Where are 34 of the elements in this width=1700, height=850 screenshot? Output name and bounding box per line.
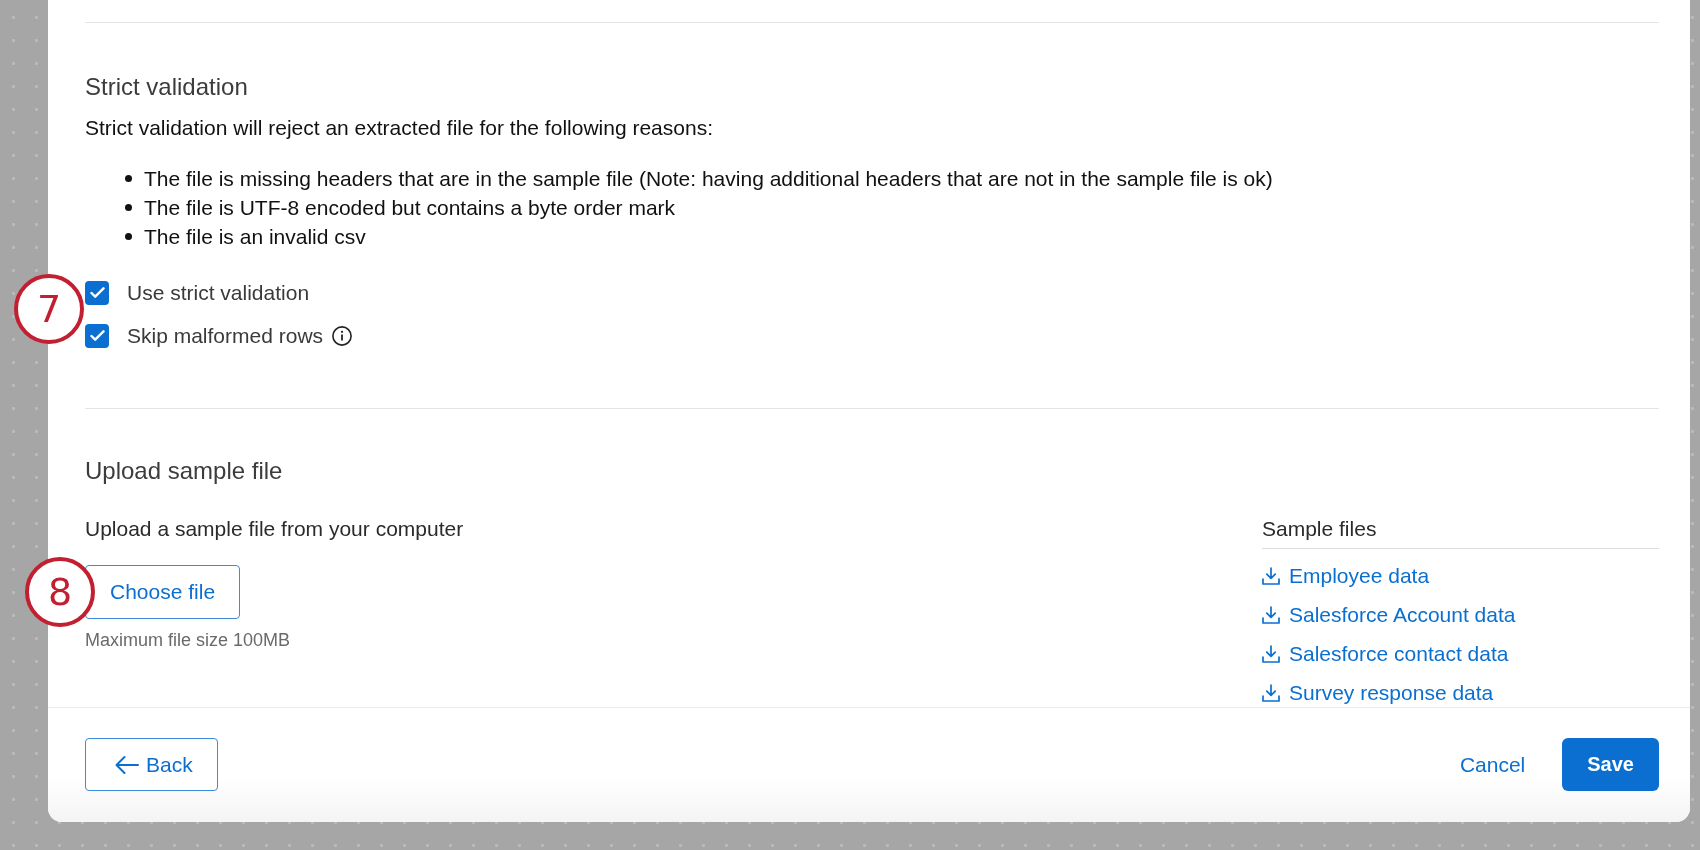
step-badge: 7 — [14, 274, 84, 344]
download-link[interactable]: Salesforce Account data — [1262, 603, 1516, 627]
info-icon[interactable] — [332, 326, 353, 346]
sample-files-heading: Sample files — [1262, 516, 1378, 542]
arrow-left-icon — [115, 754, 139, 775]
list-item-text: The file is UTF-8 encoded but contains a byte order mark — [144, 194, 676, 221]
step-badge: 8 — [25, 557, 95, 627]
description-text: Upload a sample file from your computer — [85, 516, 464, 542]
section-heading: Upload sample file — [85, 457, 284, 485]
download-link[interactable]: Survey response data — [1262, 681, 1494, 705]
list-item-text: The file is an invalid csv — [144, 223, 366, 250]
back-button[interactable]: Back — [85, 738, 218, 791]
download-icon — [1262, 567, 1280, 585]
download-icon — [1262, 606, 1280, 624]
download-link[interactable]: Employee data — [1262, 564, 1430, 588]
section-heading: Strict validation — [85, 73, 249, 101]
list-item-text: The file is missing headers that are in the sample file (Note: having additional headers that are not in the sample file is ok) — [144, 165, 1273, 192]
check-icon — [89, 330, 105, 342]
download-link[interactable]: Salesforce contact data — [1262, 642, 1509, 666]
bullet-icon — [125, 204, 132, 211]
bullet-icon — [125, 233, 132, 240]
checkbox-label: Skip malformed rows — [127, 323, 324, 349]
choose-file-button[interactable]: Choose file — [85, 565, 241, 619]
save-button[interactable]: Save — [1562, 738, 1659, 791]
description-text: Strict validation will reject an extracted file for the following reasons: — [85, 115, 714, 141]
download-icon — [1262, 684, 1280, 702]
download-icon — [1262, 645, 1280, 663]
check-icon — [89, 287, 105, 299]
checkbox[interactable] — [85, 281, 109, 305]
cancel-button[interactable]: Cancel — [1441, 738, 1544, 791]
bullet-icon — [125, 175, 132, 182]
file-size-hint: Maximum file size 100MB — [85, 629, 291, 651]
checkbox-label: Use strict validation — [127, 280, 310, 306]
checkbox[interactable] — [85, 324, 109, 348]
